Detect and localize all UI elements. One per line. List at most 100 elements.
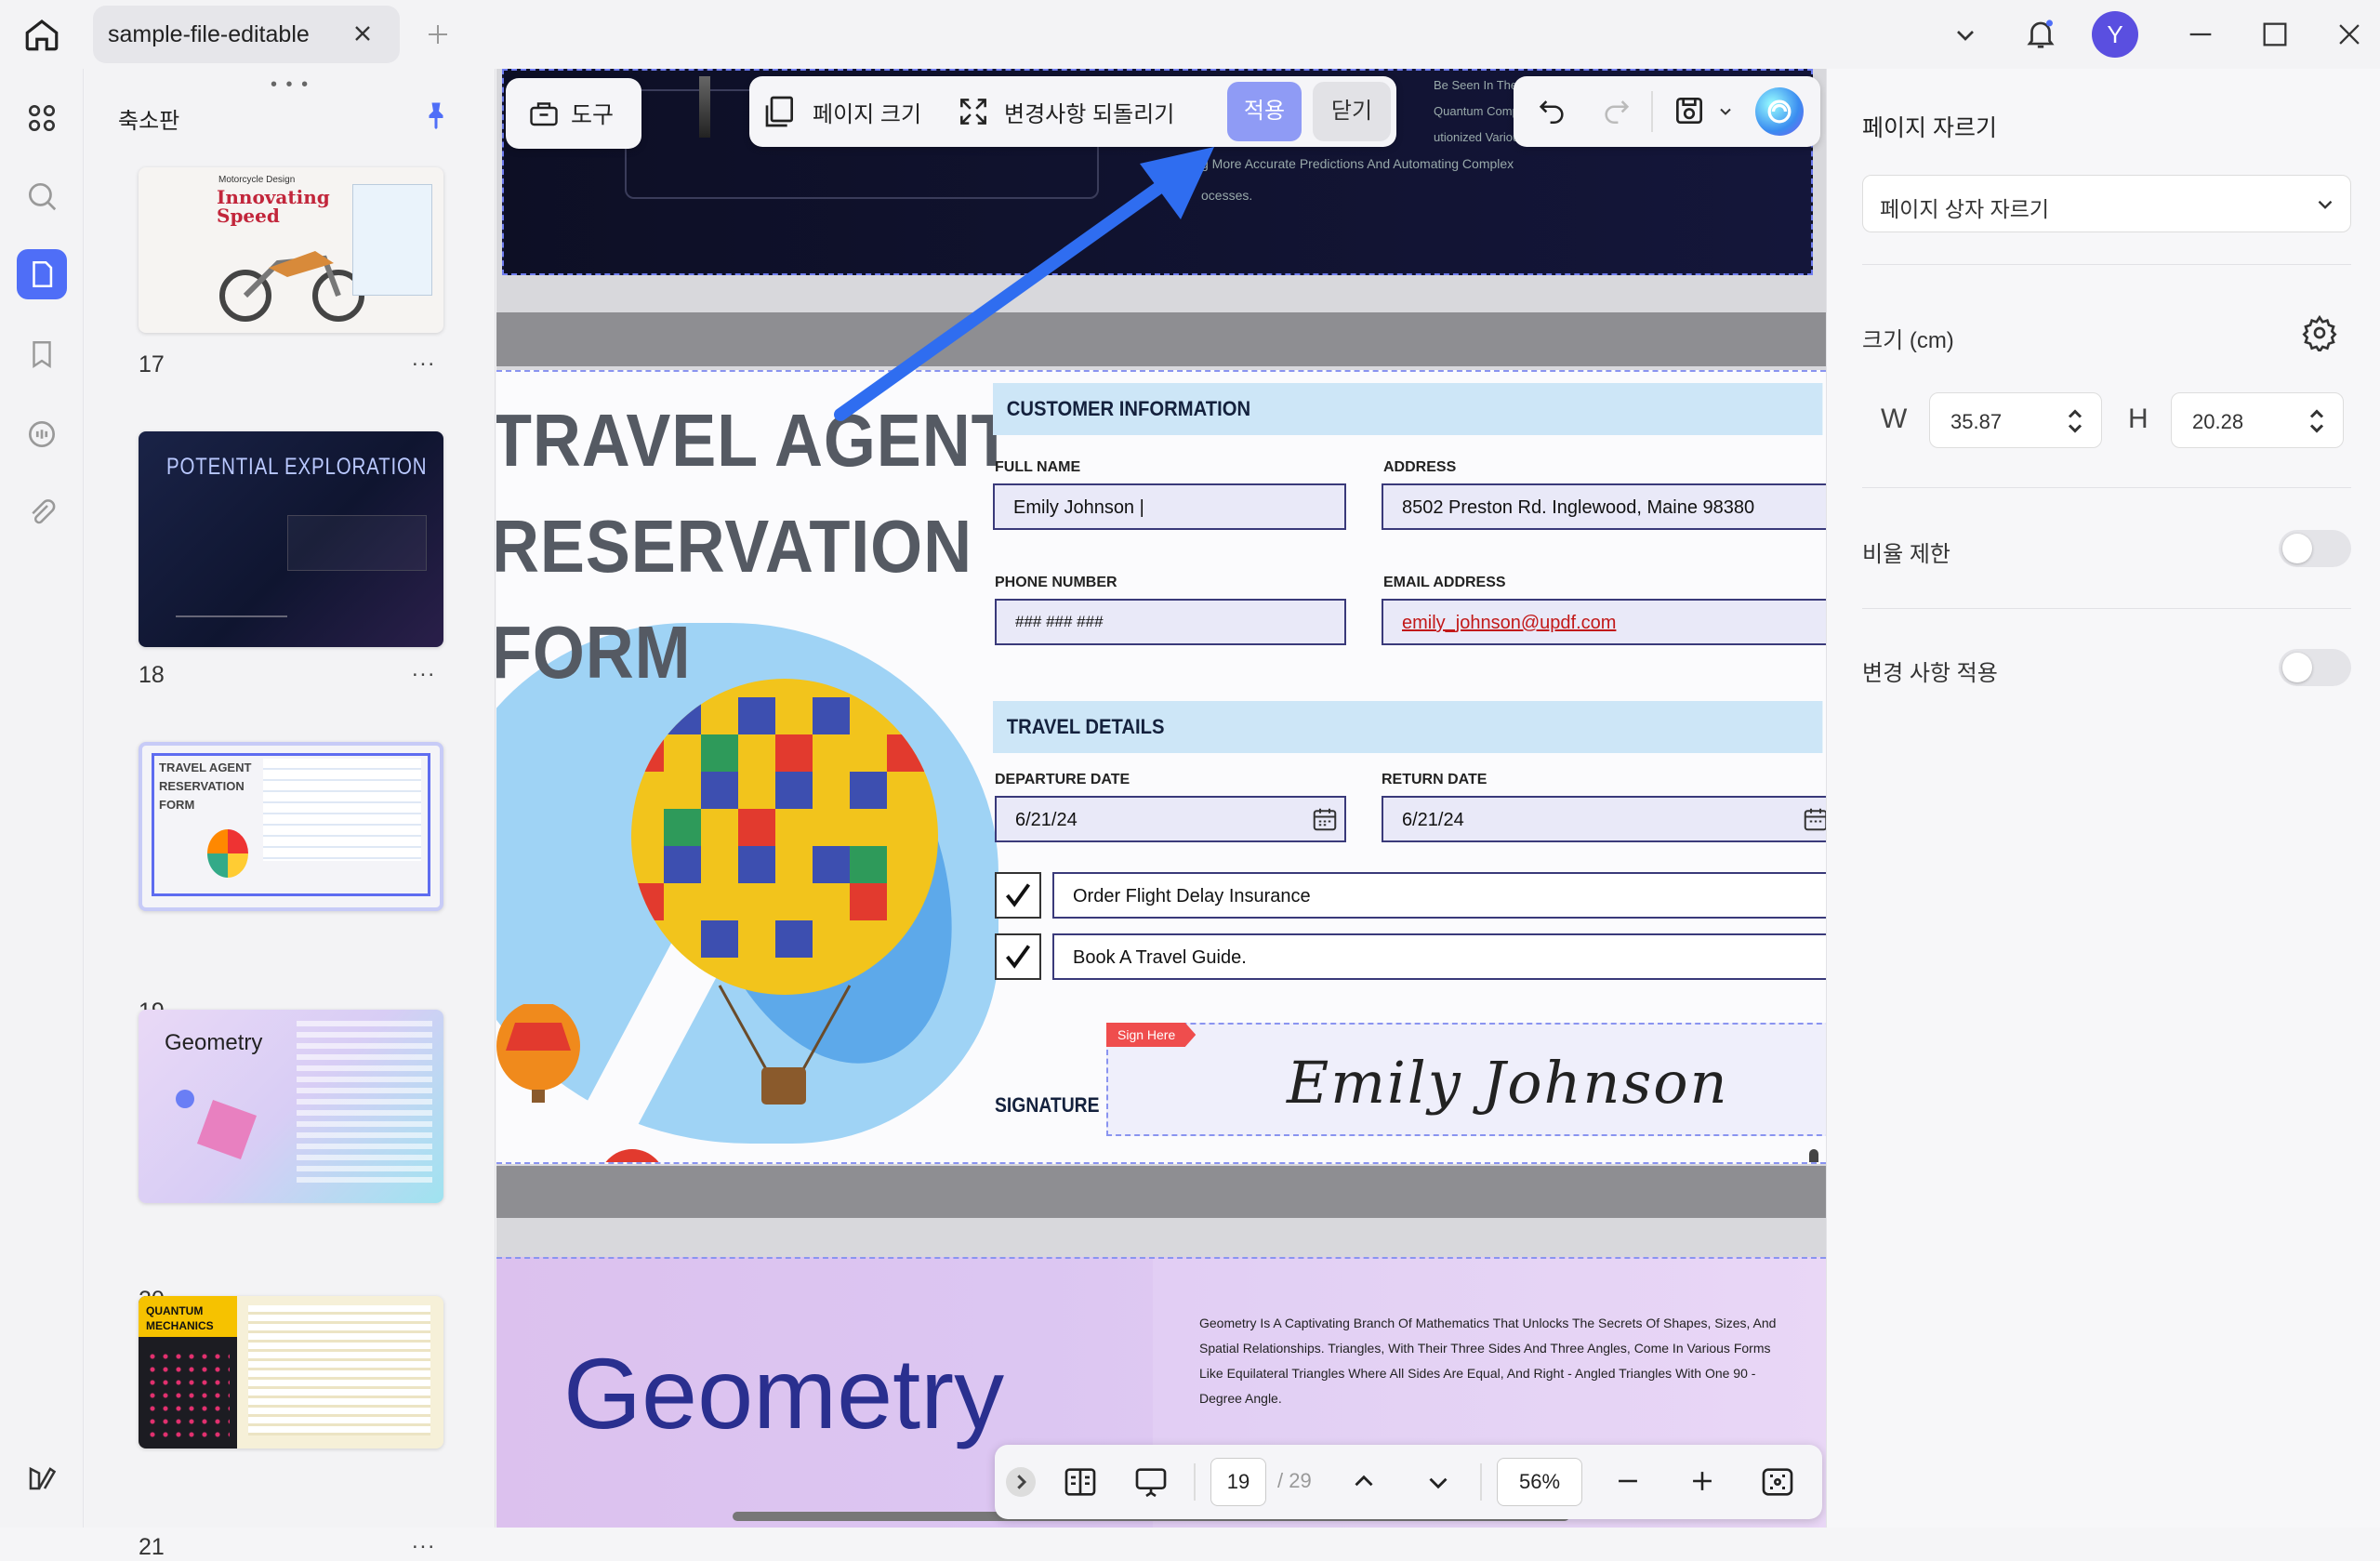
thumbnail-page-21[interactable]: QUANTUM MECHANICS — [139, 1296, 443, 1449]
panel-title: 페이지 자르기 — [1862, 115, 1997, 141]
travel-section-header: TRAVEL DETAILS — [993, 701, 1823, 753]
full-name-label: FULL NAME — [995, 459, 1081, 475]
page-number-21: 21 — [139, 1534, 165, 1560]
option-flight-insurance[interactable]: Order Flight Delay Insurance — [1052, 872, 1826, 919]
total-pages: / 29 — [1277, 1469, 1312, 1492]
chevron-down-icon — [2313, 192, 2337, 217]
zoom-level[interactable]: 56% — [1497, 1458, 1582, 1506]
thumb-19-title: TRAVEL AGENT RESERVATION FORM — [159, 761, 252, 812]
grid-view-icon[interactable] — [17, 93, 67, 143]
apply-changes-toggle[interactable] — [2279, 649, 2351, 686]
drag-handle[interactable]: • • • — [271, 74, 310, 96]
width-input[interactable]: 35.87 — [1929, 392, 2102, 448]
thumb-17-title: Innovating Speed — [217, 186, 330, 227]
page-layout-icon[interactable] — [1062, 1463, 1099, 1501]
crop-settings-panel: 페이지 자르기 페이지 상자 자르기 크기 (cm) W 35.87 H 20.… — [1826, 69, 2380, 1528]
sign-here-label: Sign Here — [1117, 1027, 1176, 1042]
stepper-icon[interactable] — [2062, 404, 2088, 438]
height-input[interactable]: 20.28 — [2171, 392, 2344, 448]
bookmark-icon[interactable] — [17, 329, 67, 379]
chevron-down-icon[interactable] — [1950, 20, 1980, 50]
width-label: W — [1881, 403, 1908, 434]
email-field[interactable]: emily_johnson@updf.com — [1382, 599, 1826, 645]
left-rail — [0, 69, 84, 1528]
height-label: H — [2128, 403, 2149, 434]
tab-title: sample-file-editable — [108, 21, 310, 47]
geometry-title: Geometry — [563, 1337, 1005, 1449]
thumbnail-page-17[interactable]: Motorcycle Design Innovating Speed — [139, 167, 443, 333]
thumb-20-title: Geometry — [165, 1030, 263, 1055]
calendar-icon[interactable] — [1311, 805, 1339, 833]
return-value: 6/21/24 — [1402, 810, 1464, 830]
crop-mode-value: 페이지 상자 자르기 — [1880, 197, 2050, 221]
thumbnail-page-19[interactable]: TRAVEL AGENT RESERVATION FORM — [139, 742, 443, 911]
presentation-icon[interactable] — [1130, 1463, 1171, 1501]
apply-changes-label: 변경 사항 적용 — [1862, 661, 1998, 686]
thumbnail-page-20[interactable]: Geometry — [139, 1010, 443, 1203]
avatar[interactable]: Y — [2092, 11, 2138, 58]
minimize-icon[interactable] — [2185, 19, 2216, 50]
address-field[interactable]: 8502 Preston Rd. Inglewood, Maine 98380 — [1382, 483, 1826, 530]
calendar-icon[interactable] — [1802, 805, 1826, 833]
signature-text: Emily Johnson — [1287, 1049, 1729, 1117]
checkmark-icon — [1006, 945, 1031, 969]
more-options-17[interactable]: ... — [412, 346, 436, 372]
close-tab-icon[interactable] — [350, 20, 376, 46]
current-page: TRAVEL AGENT RESERVATION FORM CUSTOMER I… — [496, 370, 1826, 1164]
phone-label: PHONE NUMBER — [995, 575, 1117, 590]
zoom-out-icon[interactable] — [1612, 1465, 1644, 1497]
checkmark-icon — [1006, 883, 1031, 907]
bell-icon[interactable] — [2023, 15, 2058, 52]
email-label: EMAIL ADDRESS — [1383, 575, 1506, 590]
settings-gear-icon[interactable] — [2301, 314, 2338, 351]
return-label: RETURN DATE — [1382, 772, 1488, 787]
form-heading-2: RESERVATION — [496, 505, 972, 588]
close-window-icon[interactable] — [2334, 19, 2365, 50]
option-travel-guide[interactable]: Book A Travel Guide. — [1052, 933, 1826, 980]
document-canvas: Be Seen In The Rapi Quantum Comput ution… — [496, 69, 1826, 1528]
thumbnail-page-18[interactable]: POTENTIAL EXPLORATION — [139, 431, 443, 647]
checkbox-flight-insurance[interactable] — [995, 872, 1041, 919]
attachment-icon[interactable] — [17, 489, 67, 539]
expand-arrow-icon[interactable] — [1006, 1467, 1036, 1497]
zoom-in-icon[interactable] — [1686, 1465, 1718, 1497]
search-icon[interactable] — [17, 171, 67, 221]
thumbnail-panel: • • • 축소판 Motorcycle Design Innovating S… — [85, 69, 496, 1560]
phone-field[interactable]: ### ### ### — [995, 599, 1346, 645]
thumb-18-title: POTENTIAL EXPLORATION — [166, 454, 428, 480]
comment-icon[interactable] — [17, 409, 67, 459]
stepper-icon[interactable] — [2304, 404, 2330, 438]
small-balloon-bottom-image — [605, 1149, 659, 1162]
next-page-icon[interactable] — [1422, 1467, 1454, 1499]
home-icon[interactable] — [22, 15, 61, 54]
document-tab[interactable]: sample-file-editable — [93, 6, 400, 63]
sign-here-tag: Sign Here — [1106, 1023, 1197, 1047]
page-number-18: 18 — [139, 662, 165, 688]
checkbox-travel-guide[interactable] — [995, 933, 1041, 980]
bottom-navigation-bar: 19 / 29 56% — [995, 1445, 1822, 1519]
departure-field[interactable]: 6/21/24 — [995, 796, 1346, 842]
page-number-input[interactable]: 19 — [1210, 1458, 1266, 1506]
signature-label: SIGNATURE — [995, 1093, 1100, 1117]
maximize-icon[interactable] — [2259, 19, 2291, 50]
height-value: 20.28 — [2192, 410, 2244, 433]
fit-page-icon[interactable] — [1759, 1463, 1796, 1501]
new-tab-icon[interactable] — [424, 20, 452, 48]
page-number-17: 17 — [139, 351, 165, 377]
aspect-ratio-label: 비율 제한 — [1862, 542, 1950, 567]
thumbnails-icon[interactable] — [17, 249, 67, 299]
pin-icon[interactable] — [419, 97, 453, 134]
hot-air-balloon-image — [631, 679, 938, 1105]
more-options-18[interactable]: ... — [412, 656, 436, 682]
thumb-21-title: QUANTUM MECHANICS — [146, 1304, 214, 1332]
width-value: 35.87 — [1950, 410, 2003, 433]
previous-page-icon[interactable] — [1348, 1465, 1380, 1497]
full-name-field[interactable]: Emily Johnson | — [993, 483, 1346, 530]
aspect-ratio-toggle[interactable] — [2279, 530, 2351, 567]
more-options-21[interactable]: ... — [412, 1528, 436, 1554]
crop-mode-dropdown[interactable]: 페이지 상자 자르기 — [1862, 175, 2351, 232]
return-field[interactable]: 6/21/24 — [1382, 796, 1826, 842]
layers-icon[interactable] — [17, 1452, 67, 1502]
small-balloon-left-image — [496, 1004, 580, 1103]
departure-label: DEPARTURE DATE — [995, 772, 1130, 787]
